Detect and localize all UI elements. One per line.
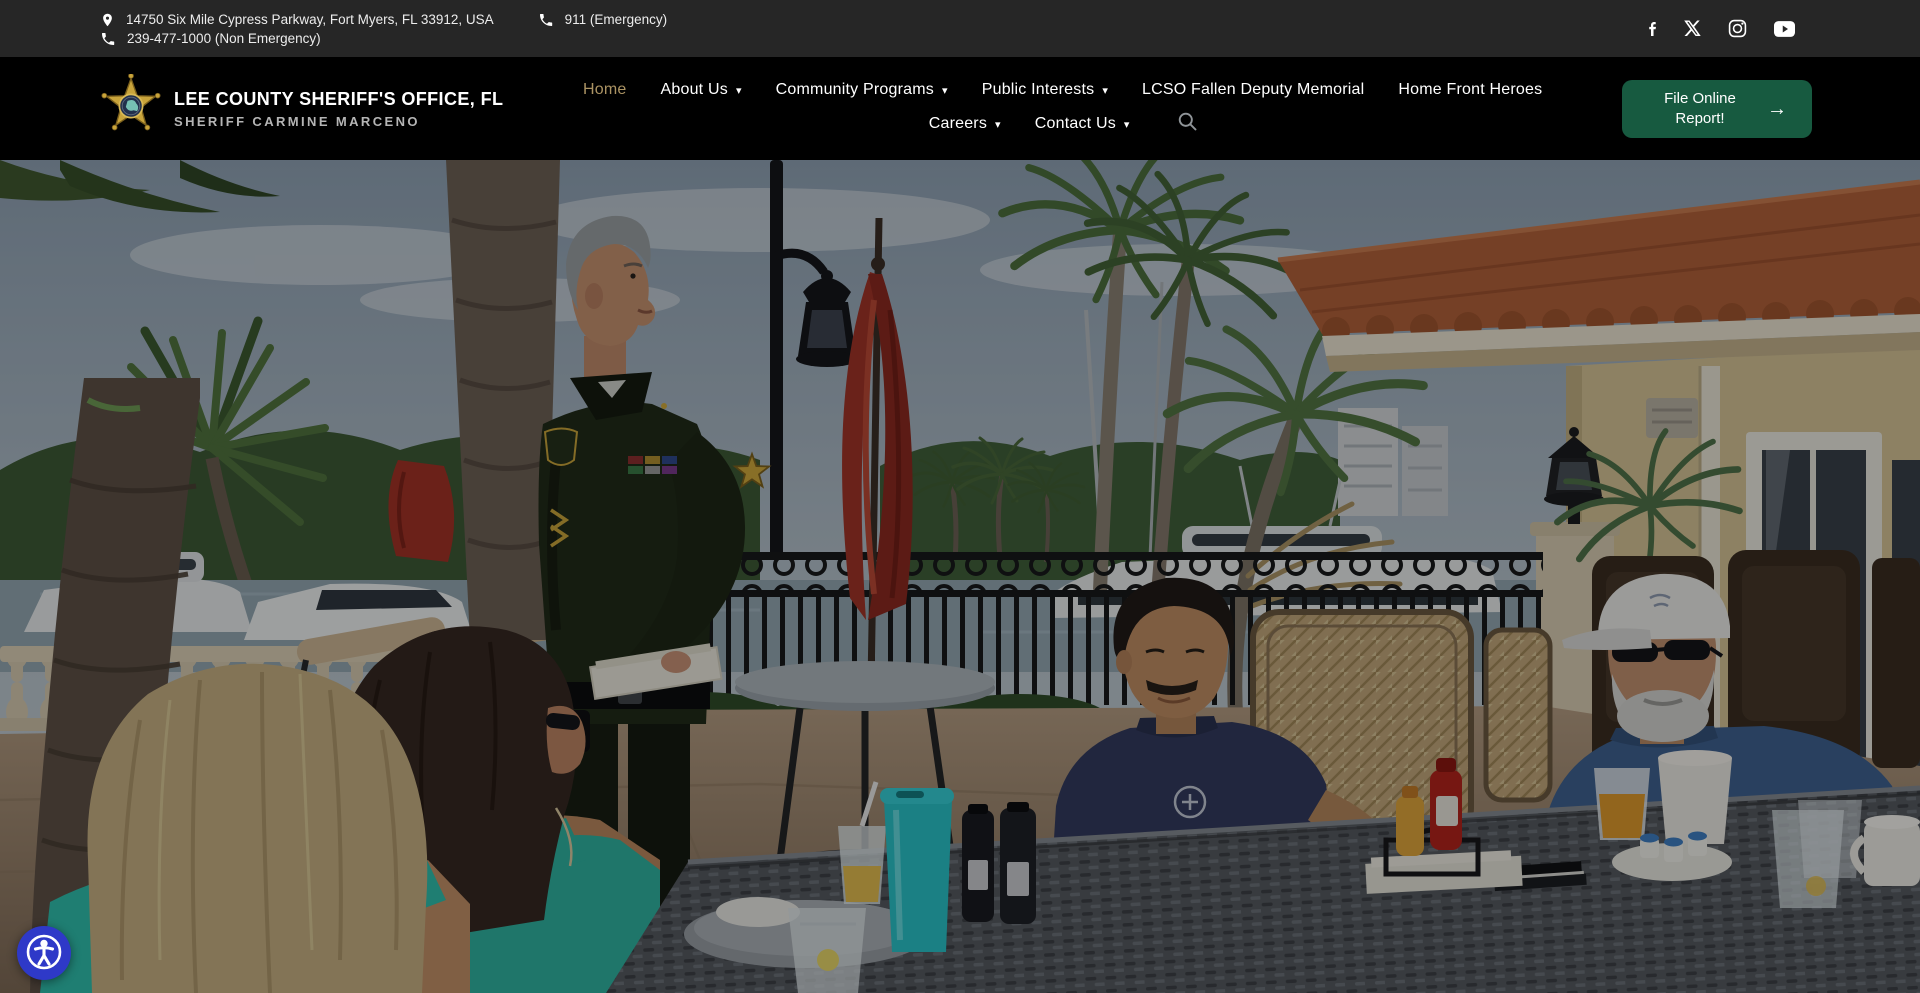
nav-item-community-programs[interactable]: Community Programs▾ [776, 81, 948, 99]
topbar: 14750 Six Mile Cypress Parkway, Fort Mye… [0, 0, 1920, 57]
emergency-phone-item: 911 (Emergency) [538, 12, 668, 28]
non-emergency-phone-item: 239-477-1000 (Non Emergency) [100, 31, 321, 47]
nav-item-home[interactable]: Home [583, 81, 626, 99]
address-text: 14750 Six Mile Cypress Parkway, Fort Mye… [126, 12, 494, 27]
address-item: 14750 Six Mile Cypress Parkway, Fort Mye… [100, 11, 494, 29]
search-button[interactable] [1178, 112, 1197, 136]
nav-item-about-us[interactable]: About Us▾ [661, 81, 742, 99]
sheriff-star-badge-icon [100, 74, 162, 143]
nav-item-contact-us[interactable]: Contact Us▾ [1035, 115, 1130, 133]
chevron-down-icon: ▾ [1124, 117, 1130, 131]
nav-item-lcso-fallen-deputy-memorial[interactable]: LCSO Fallen Deputy Memorial [1142, 81, 1364, 99]
main-nav: Home About Us▾ Community Programs▾ Publi… [527, 81, 1598, 136]
logo-title: LEE COUNTY SHERIFF'S OFFICE, FL [174, 89, 503, 110]
hero-dark-overlay [0, 160, 1920, 993]
nav-item-home-front-heroes[interactable]: Home Front Heroes [1398, 81, 1542, 99]
logo-subtitle: SHERIFF CARMINE MARCENO [174, 114, 503, 129]
hero-section [0, 160, 1920, 993]
chevron-down-icon: ▾ [942, 83, 948, 97]
social-links [1644, 19, 1795, 39]
phone-icon [100, 31, 116, 47]
chevron-down-icon: ▾ [1102, 83, 1108, 97]
x-twitter-icon[interactable] [1683, 20, 1701, 37]
chevron-down-icon: ▾ [736, 83, 742, 97]
location-pin-icon [100, 11, 115, 29]
arrow-right-icon: → [1767, 99, 1787, 119]
chevron-down-icon: ▾ [995, 117, 1001, 131]
nav-item-public-interests[interactable]: Public Interests▾ [982, 81, 1108, 99]
accessibility-icon [25, 933, 63, 974]
page: 14750 Six Mile Cypress Parkway, Fort Mye… [0, 0, 1920, 993]
facebook-icon[interactable] [1644, 19, 1656, 39]
emergency-phone-text: 911 (Emergency) [565, 12, 668, 27]
youtube-icon[interactable] [1774, 21, 1795, 37]
site-header: LEE COUNTY SHERIFF'S OFFICE, FL SHERIFF … [0, 57, 1920, 160]
accessibility-widget-button[interactable] [17, 926, 71, 980]
instagram-icon[interactable] [1728, 19, 1747, 38]
non-emergency-phone-text: 239-477-1000 (Non Emergency) [127, 31, 321, 46]
logo[interactable]: LEE COUNTY SHERIFF'S OFFICE, FL SHERIFF … [100, 74, 503, 143]
logo-text: LEE COUNTY SHERIFF'S OFFICE, FL SHERIFF … [174, 89, 503, 129]
cta-label: File Online Report! [1647, 89, 1753, 128]
nav-row-2: Careers▾ Contact Us▾ [929, 112, 1197, 136]
nav-row-1: Home About Us▾ Community Programs▾ Publi… [583, 81, 1542, 99]
nav-item-careers[interactable]: Careers▾ [929, 115, 1001, 133]
phone-icon [538, 12, 554, 28]
file-online-report-button[interactable]: File Online Report! → [1622, 80, 1812, 138]
contact-info: 14750 Six Mile Cypress Parkway, Fort Mye… [100, 11, 667, 47]
search-icon [1178, 112, 1197, 136]
